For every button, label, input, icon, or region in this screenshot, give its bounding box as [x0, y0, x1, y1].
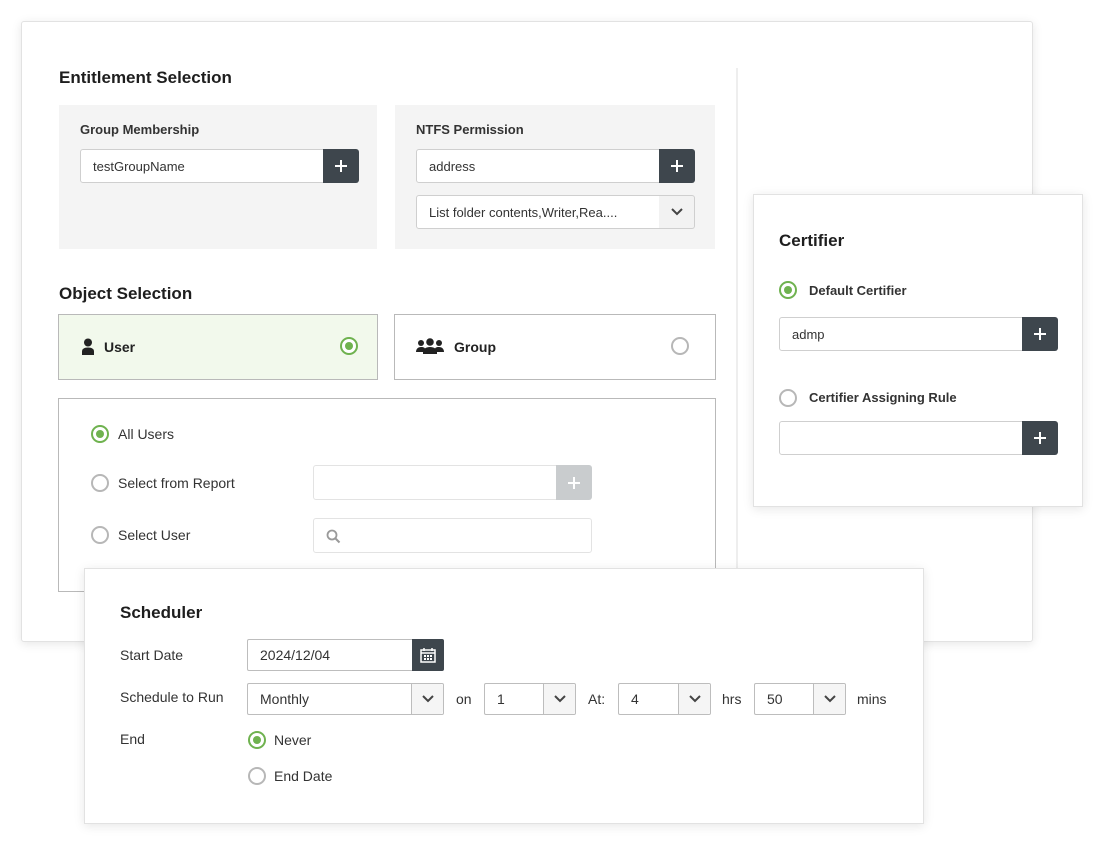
day-value: 1	[497, 691, 505, 707]
group-radio[interactable]	[671, 337, 689, 355]
add-group-button[interactable]	[323, 149, 359, 183]
vertical-divider	[736, 68, 738, 568]
schedule-label: Schedule to Run	[120, 689, 224, 705]
from-report-label: Select from Report	[118, 475, 235, 491]
search-icon	[326, 529, 341, 544]
start-date-label: Start Date	[120, 647, 184, 663]
scheduler-card: Scheduler Start Date 2024/12/04 Schedule…	[84, 568, 924, 824]
object-selection-title: Object Selection	[59, 284, 193, 303]
plus-icon	[1034, 328, 1046, 340]
select-user-radio[interactable]	[91, 526, 109, 544]
certifier-rule-radio[interactable]	[779, 389, 797, 407]
group-option-card[interactable]: Group	[394, 314, 716, 380]
day-dropdown[interactable]	[543, 684, 575, 714]
add-rule-button[interactable]	[1022, 421, 1058, 455]
add-ntfs-button[interactable]	[659, 149, 695, 183]
plus-icon	[1034, 432, 1046, 444]
hours-value: 4	[631, 691, 639, 707]
chevron-down-icon	[421, 695, 434, 703]
certifier-card: Certifier Default Certifier admp Certifi…	[753, 194, 1083, 507]
select-user-label: Select User	[118, 527, 191, 543]
chevron-down-icon	[553, 695, 566, 703]
ntfs-permission-label: NTFS Permission	[416, 122, 524, 137]
from-report-radio[interactable]	[91, 474, 109, 492]
default-certifier-radio[interactable]	[779, 281, 797, 299]
scheduler-title: Scheduler	[120, 603, 203, 622]
end-date-radio[interactable]	[248, 767, 266, 785]
end-date-label: End Date	[274, 768, 333, 784]
user-radio[interactable]	[340, 337, 358, 355]
group-membership-panel: Group Membership testGroupName	[59, 105, 377, 249]
frequency-select[interactable]: Monthly	[247, 683, 444, 715]
calendar-button[interactable]	[412, 639, 444, 671]
day-select[interactable]: 1	[484, 683, 576, 715]
plus-icon	[335, 160, 347, 172]
minutes-dropdown[interactable]	[813, 684, 845, 714]
certifier-title: Certifier	[779, 231, 845, 250]
permissions-select[interactable]: List folder contents,Writer,Rea....	[416, 195, 660, 229]
on-label: on	[456, 691, 472, 707]
start-date-input[interactable]: 2024/12/04	[247, 639, 413, 671]
ntfs-path-input[interactable]: address	[416, 149, 660, 183]
group-option-label: Group	[454, 339, 496, 355]
at-label: At:	[588, 691, 606, 707]
permissions-dropdown-button[interactable]	[659, 195, 695, 229]
certifier-rule-input[interactable]	[779, 421, 1023, 455]
group-icon	[416, 338, 444, 354]
chevron-down-icon	[823, 695, 836, 703]
plus-icon	[568, 476, 580, 489]
user-option-card[interactable]: User	[58, 314, 378, 380]
default-certifier-label: Default Certifier	[809, 283, 907, 298]
all-users-radio[interactable]	[91, 425, 109, 443]
object-options-panel: All Users Select from Report Select User	[58, 398, 716, 592]
certifier-rule-label: Certifier Assigning Rule	[809, 390, 957, 405]
minutes-value: 50	[767, 691, 783, 707]
mins-label: mins	[857, 691, 887, 707]
minutes-select[interactable]: 50	[754, 683, 846, 715]
plus-icon	[671, 160, 683, 172]
add-report-button[interactable]	[556, 465, 592, 500]
hrs-label: hrs	[722, 691, 742, 707]
calendar-icon	[420, 648, 436, 663]
user-search-input[interactable]	[313, 518, 592, 553]
user-icon	[82, 338, 94, 355]
add-certifier-button[interactable]	[1022, 317, 1058, 351]
end-label: End	[120, 731, 145, 747]
group-membership-label: Group Membership	[80, 122, 200, 137]
ntfs-permission-panel: NTFS Permission address List folder cont…	[395, 105, 715, 249]
all-users-label: All Users	[118, 426, 175, 442]
frequency-value: Monthly	[260, 691, 310, 707]
end-never-radio[interactable]	[248, 731, 266, 749]
entitlement-title: Entitlement Selection	[59, 68, 232, 87]
end-never-label: Never	[274, 732, 312, 748]
report-input[interactable]	[313, 465, 557, 500]
hours-select[interactable]: 4	[618, 683, 711, 715]
chevron-down-icon	[688, 695, 701, 703]
default-certifier-input[interactable]: admp	[779, 317, 1023, 351]
user-option-label: User	[104, 339, 136, 355]
hours-dropdown[interactable]	[678, 684, 710, 714]
frequency-dropdown[interactable]	[411, 684, 443, 714]
group-membership-input[interactable]: testGroupName	[80, 149, 324, 183]
chevron-down-icon	[670, 208, 683, 216]
